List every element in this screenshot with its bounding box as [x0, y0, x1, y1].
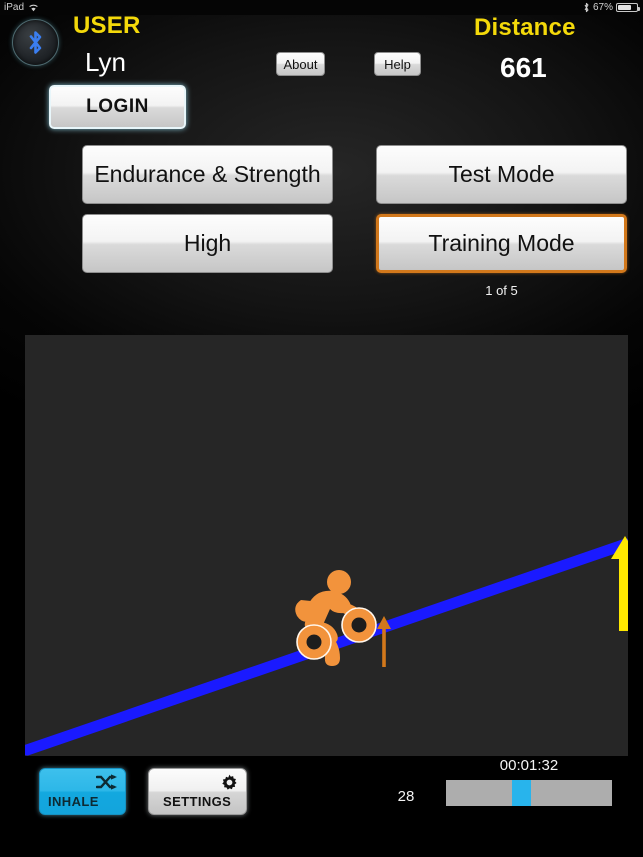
progress-marker — [512, 780, 531, 806]
training-graph — [25, 536, 628, 756]
status-bar-left: iPad — [4, 0, 39, 15]
shuffle-icon — [95, 774, 117, 795]
settings-label: SETTINGS — [163, 794, 232, 809]
training-mode-button[interactable]: Training Mode — [376, 214, 627, 273]
distance-value: 661 — [500, 52, 547, 83]
settings-button[interactable]: SETTINGS — [148, 768, 247, 815]
gear-icon — [221, 774, 238, 796]
wifi-icon — [29, 4, 38, 12]
bluetooth-icon — [29, 31, 42, 54]
distance-label: Distance — [474, 14, 576, 41]
test-mode-button[interactable]: Test Mode — [376, 145, 627, 204]
battery-percent-label: 67% — [592, 2, 613, 13]
intensity-level-button[interactable]: High — [82, 214, 333, 273]
device-name-label: iPad — [4, 2, 25, 13]
rep-count-value: 28 — [397, 788, 415, 805]
user-label: USER — [73, 12, 141, 39]
inhale-label: INHALE — [48, 794, 99, 809]
bluetooth-status-badge[interactable] — [12, 19, 59, 66]
user-name-value: Lyn — [85, 47, 126, 77]
breath-progress-bar[interactable] — [446, 780, 612, 806]
about-button[interactable]: About — [276, 52, 325, 76]
bluetooth-icon — [584, 2, 589, 13]
session-timer: 00:01:32 — [499, 757, 559, 774]
endurance-strength-button[interactable]: Endurance & Strength — [82, 145, 333, 204]
cyclist-icon — [295, 570, 377, 666]
login-button[interactable]: LOGIN — [49, 85, 186, 129]
help-button[interactable]: Help — [374, 52, 421, 76]
status-bar-right: 67% — [583, 0, 640, 15]
inhale-button[interactable]: INHALE — [39, 768, 126, 815]
page-indicator-label: 1 of 5 — [485, 283, 518, 298]
training-graph-panel[interactable] — [25, 335, 628, 756]
battery-icon — [616, 3, 640, 12]
app-root: iPad 67% USER Lyn Distance 661 LOGIN Abo… — [0, 0, 643, 857]
